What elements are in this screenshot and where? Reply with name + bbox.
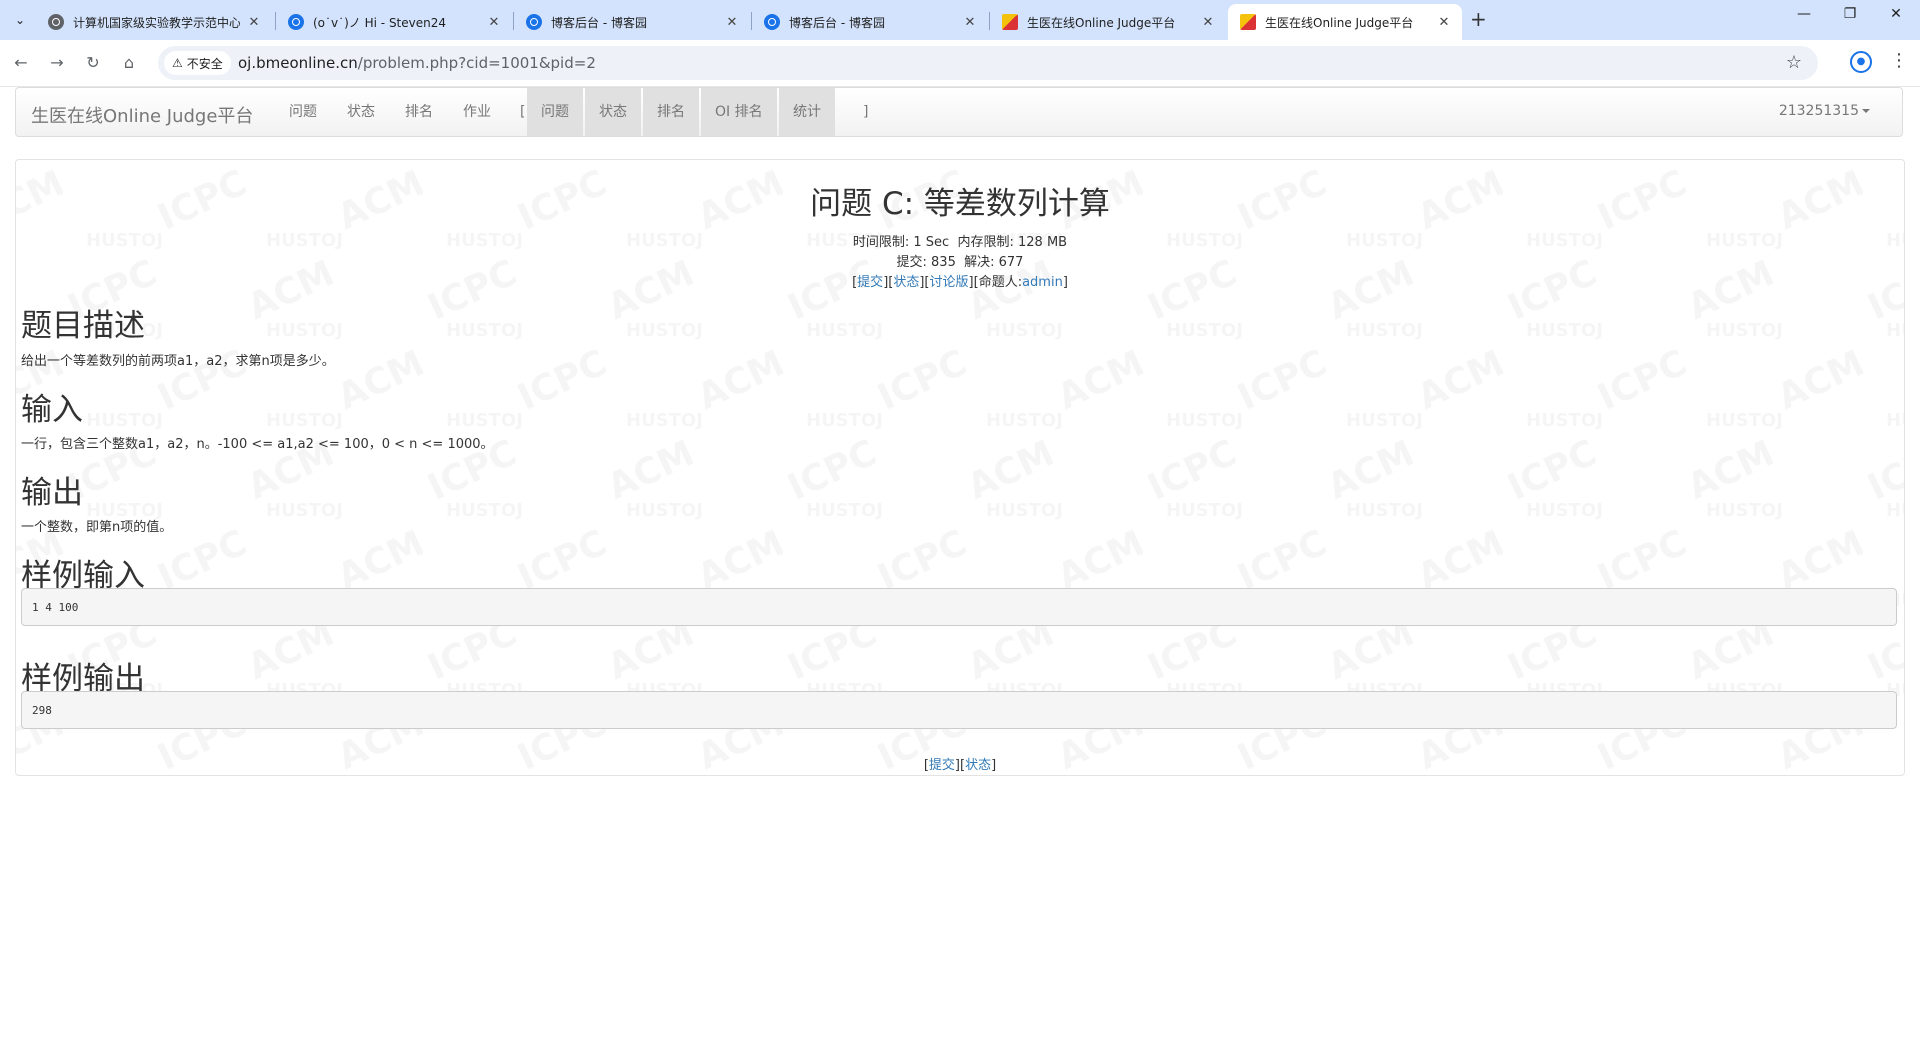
warning-icon: ⚠ — [172, 56, 183, 70]
description-text: 给出一个等差数列的前两项a1，a2，求第n项是多少。 — [21, 354, 335, 369]
security-label: 不安全 — [186, 56, 223, 71]
profile-icon[interactable]: ● — [1850, 51, 1872, 73]
close-tab-icon[interactable]: ✕ — [1436, 15, 1452, 30]
cnblogs-icon — [288, 14, 304, 30]
memory-limit-label: 内存限制: — [957, 235, 1018, 250]
nav-status[interactable]: 状态 — [333, 88, 389, 136]
tab-title: (o˙v˙)ノ Hi - Steven24 — [313, 15, 447, 30]
sample-input-block: 1 4 100 — [21, 588, 1897, 626]
security-chip[interactable]: ⚠ 不安全 — [164, 51, 231, 75]
restore-icon[interactable]: ❐ — [1838, 6, 1862, 22]
bottom-links: [提交][状态] — [923, 758, 997, 773]
tab-title: 生医在线Online Judge平台 — [1265, 15, 1414, 30]
contest-nav-oi-ranking[interactable]: OI 排名 — [701, 88, 777, 136]
discuss-link[interactable]: 讨论版 — [930, 275, 969, 290]
tab-title: 计算机国家级实验教学示范中心 — [73, 15, 240, 30]
submit-count-label: 提交: — [896, 255, 932, 270]
new-tab-icon[interactable]: + — [1470, 8, 1487, 30]
contest-nav-statistics[interactable]: 统计 — [779, 88, 835, 136]
close-tab-icon[interactable]: ✕ — [246, 15, 262, 30]
setter-label: 命题人: — [978, 275, 1023, 290]
reload-icon[interactable]: ↻ — [82, 52, 104, 74]
input-text: 一行，包含三个整数a1，a2，n。-100 <= a1,a2 <= 100，0 … — [21, 437, 494, 452]
url-text[interactable]: oj.bmeonline.cn/problem.php?cid=1001&pid… — [238, 54, 596, 72]
contest-nav-status[interactable]: 状态 — [585, 88, 641, 136]
oj-icon — [1240, 14, 1256, 30]
url-host: oj.bmeonline.cn — [238, 54, 358, 72]
bottom-submit-link[interactable]: 提交 — [929, 758, 955, 773]
bracket-close: ] — [863, 104, 869, 120]
forward-icon[interactable]: → — [46, 52, 68, 74]
stats-line: 提交: 835 解决: 677 — [16, 251, 1904, 270]
back-icon[interactable]: ← — [10, 52, 32, 74]
solved-count-label: 解决: — [964, 255, 999, 270]
contest-nav-problems[interactable]: 问题 — [527, 88, 583, 136]
browser-tab-active[interactable]: 生医在线Online Judge平台 ✕ — [1228, 4, 1462, 40]
url-path: /problem.php?cid=1001&pid=2 — [357, 54, 596, 72]
setter-link[interactable]: admin — [1022, 275, 1063, 290]
browser-tab[interactable]: 计算机国家级实验教学示范中心 ✕ — [36, 4, 272, 40]
sample-output-block: 298 — [21, 691, 1897, 729]
bottom-status-link[interactable]: 状态 — [965, 758, 991, 773]
close-tab-icon[interactable]: ✕ — [486, 15, 502, 30]
browser-tab[interactable]: 博客后台 - 博客园 ✕ — [514, 4, 750, 40]
site-brand[interactable]: 生医在线Online Judge平台 — [31, 102, 253, 128]
nav-ranking[interactable]: 排名 — [391, 88, 447, 136]
problem-links: [提交][状态][讨论版][命题人:admin] — [852, 275, 1068, 290]
solved-count: 677 — [998, 255, 1024, 270]
submit-count: 835 — [931, 255, 956, 270]
page-title: 问题 C: 等差数列计算 — [810, 186, 1110, 222]
description-heading: 题目描述 — [21, 308, 145, 344]
globe-icon — [48, 14, 64, 30]
page-content: 生医在线Online Judge平台 问题 状态 排名 作业 [ 问题 状态 排… — [0, 87, 1920, 1040]
bookmark-star-icon[interactable]: ☆ — [1786, 52, 1802, 73]
time-limit-label: 时间限制: — [852, 235, 914, 250]
memory-limit-value: 128 MB — [1018, 235, 1068, 250]
close-tab-icon[interactable]: ✕ — [724, 15, 740, 30]
submit-link[interactable]: 提交 — [857, 275, 883, 290]
cnblogs-icon — [526, 14, 542, 30]
tab-strip: ⌄ 计算机国家级实验教学示范中心 ✕ (o˙v˙)ノ Hi - Steven24… — [0, 0, 1920, 40]
tab-title: 博客后台 - 博客园 — [789, 15, 885, 30]
time-limit-value: 1 Sec — [913, 235, 950, 250]
close-window-icon[interactable]: ✕ — [1884, 6, 1908, 22]
browser-tab[interactable]: 生医在线Online Judge平台 ✕ — [990, 4, 1226, 40]
oj-icon — [1002, 14, 1018, 30]
browser-tab[interactable]: 博客后台 - 博客园 ✕ — [752, 4, 988, 40]
user-dropdown[interactable]: 213251315 — [1779, 103, 1870, 119]
tab-title: 博客后台 - 博客园 — [551, 15, 647, 30]
status-link[interactable]: 状态 — [893, 275, 919, 290]
minimize-icon[interactable]: — — [1792, 6, 1816, 22]
menu-kebab-icon[interactable]: ⋮ — [1890, 50, 1908, 71]
tab-title: 生医在线Online Judge平台 — [1027, 15, 1176, 30]
tab-search-chevron-icon[interactable]: ⌄ — [8, 8, 32, 32]
problem-panel: ACMICPCACMICPCACMICPCACMICPCACMICPCACMIC… — [15, 159, 1905, 776]
close-tab-icon[interactable]: ✕ — [962, 15, 978, 30]
output-text: 一个整数，即第n项的值。 — [21, 520, 173, 535]
home-icon[interactable]: ⌂ — [118, 52, 140, 74]
close-tab-icon[interactable]: ✕ — [1200, 15, 1216, 30]
cnblogs-icon — [764, 14, 780, 30]
output-heading: 输出 — [21, 475, 83, 511]
input-heading: 输入 — [21, 392, 83, 428]
browser-toolbar: ← → ↻ ⌂ ⚠ 不安全 oj.bmeonline.cn/problem.ph… — [0, 40, 1920, 87]
nav-problems[interactable]: 问题 — [275, 88, 331, 136]
address-bar[interactable]: ⚠ 不安全 oj.bmeonline.cn/problem.php?cid=10… — [158, 46, 1818, 80]
nav-homework[interactable]: 作业 — [449, 88, 505, 136]
contest-nav-ranking[interactable]: 排名 — [643, 88, 699, 136]
limits-line: 时间限制: 1 Sec 内存限制: 128 MB — [16, 231, 1904, 250]
browser-tab[interactable]: (o˙v˙)ノ Hi - Steven24 ✕ — [276, 4, 512, 40]
site-navbar: 生医在线Online Judge平台 问题 状态 排名 作业 [ 问题 状态 排… — [15, 87, 1903, 137]
